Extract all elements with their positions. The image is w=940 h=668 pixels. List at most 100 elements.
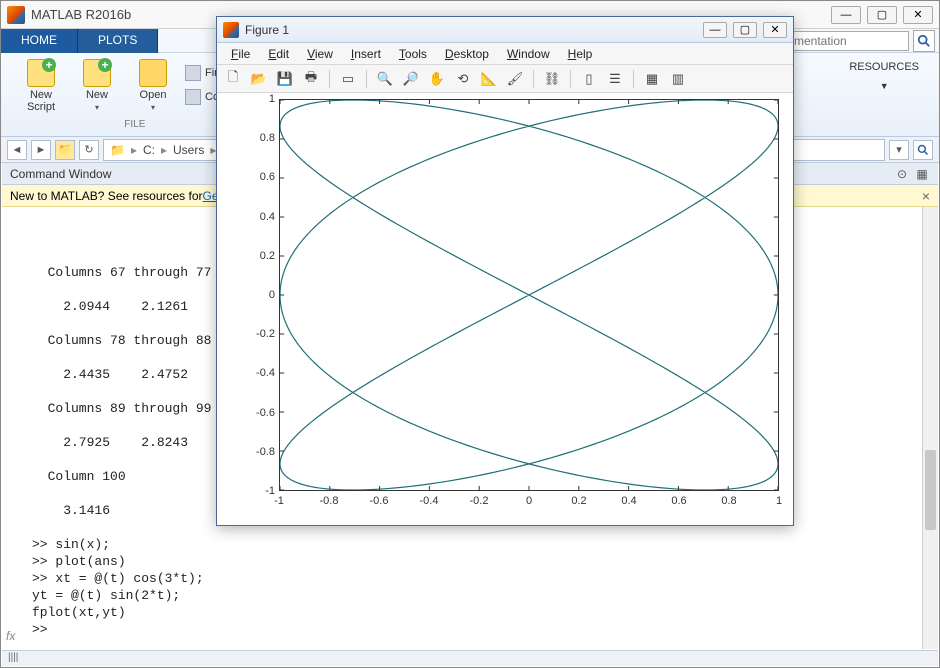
command-line: >> sin(x); bbox=[8, 536, 932, 553]
main-close-button[interactable]: ✕ bbox=[903, 6, 933, 24]
y-tick-label: 0.4 bbox=[235, 211, 275, 223]
menu-insert[interactable]: Insert bbox=[343, 45, 389, 63]
figure-maximize-button[interactable]: ▢ bbox=[733, 22, 757, 38]
x-axis: -1-0.8-0.6-0.4-0.200.20.40.60.81 bbox=[279, 491, 779, 519]
ribbon-resources-group: RESOURCES ▼ bbox=[837, 57, 931, 132]
x-tick-label: 0 bbox=[526, 495, 532, 507]
rotate-button[interactable]: ⟲ bbox=[453, 69, 473, 89]
menu-desktop[interactable]: Desktop bbox=[437, 45, 497, 63]
main-minimize-button[interactable]: — bbox=[831, 6, 861, 24]
x-tick-label: 0.2 bbox=[571, 495, 586, 507]
breadcrumb-folder[interactable]: Users bbox=[173, 143, 204, 157]
path-dropdown-button[interactable]: ▾ bbox=[889, 140, 909, 160]
panel-layout-icon[interactable]: ▦ bbox=[914, 166, 930, 182]
brush-button[interactable]: 🖌 bbox=[505, 69, 525, 89]
menu-window[interactable]: Window bbox=[499, 45, 558, 63]
save-figure-button[interactable]: 💾 bbox=[275, 69, 295, 89]
x-tick-label: 0.8 bbox=[721, 495, 736, 507]
x-tick-label: -1 bbox=[274, 495, 284, 507]
new-figure-button[interactable]: 🗋 bbox=[223, 69, 243, 89]
open-figure-button[interactable]: 📂 bbox=[249, 69, 269, 89]
fx-prompt-icon[interactable]: fx bbox=[6, 629, 15, 643]
figure-menubar: FileEditViewInsertToolsDesktopWindowHelp bbox=[217, 43, 793, 65]
command-line: >> bbox=[8, 621, 932, 638]
plot-area[interactable] bbox=[279, 99, 779, 491]
pointer-tool-button[interactable]: ▭ bbox=[338, 69, 358, 89]
command-window-title: Command Window bbox=[10, 167, 111, 181]
plot-curve bbox=[280, 100, 778, 490]
legend-button[interactable]: ☰ bbox=[605, 69, 625, 89]
nav-forward-button[interactable]: ► bbox=[31, 140, 51, 160]
y-tick-label: 1 bbox=[235, 93, 275, 105]
scrollbar-thumb[interactable] bbox=[925, 450, 936, 530]
matlab-logo-icon bbox=[7, 6, 25, 24]
open-folder-icon bbox=[139, 59, 167, 87]
menu-edit[interactable]: Edit bbox=[260, 45, 297, 63]
x-tick-label: -0.6 bbox=[370, 495, 389, 507]
compare-icon bbox=[185, 89, 201, 105]
y-tick-label: -0.8 bbox=[235, 446, 275, 458]
new-script-button[interactable]: New Script bbox=[17, 59, 65, 113]
new-icon bbox=[83, 59, 111, 87]
banner-text: New to MATLAB? See resources for bbox=[10, 189, 203, 203]
y-tick-label: 0.8 bbox=[235, 132, 275, 144]
ribbon-group-file: FILE bbox=[124, 119, 145, 130]
figure-window[interactable]: Figure 1 — ▢ ✕ FileEditViewInsertToolsDe… bbox=[216, 16, 794, 526]
new-button[interactable]: New▾ bbox=[73, 59, 121, 113]
open-button[interactable]: Open▾ bbox=[129, 59, 177, 113]
x-tick-label: -0.2 bbox=[470, 495, 489, 507]
resources-label: RESOURCES bbox=[849, 61, 919, 73]
menu-view[interactable]: View bbox=[299, 45, 341, 63]
panel-minimize-icon[interactable]: ⊙ bbox=[894, 166, 910, 182]
folder-icon: 📁 bbox=[110, 143, 125, 157]
resources-dropdown[interactable]: ▼ bbox=[880, 81, 889, 91]
banner-close-button[interactable]: × bbox=[922, 188, 930, 204]
matlab-logo-icon bbox=[223, 22, 239, 38]
plot-axes[interactable]: -1-0.8-0.6-0.4-0.200.20.40.60.81 -1-0.8-… bbox=[235, 99, 783, 519]
x-tick-label: 0.4 bbox=[621, 495, 636, 507]
data-cursor-button[interactable]: 📐 bbox=[479, 69, 499, 89]
doc-search-button[interactable] bbox=[913, 30, 935, 52]
nav-back-button[interactable]: ◄ bbox=[7, 140, 27, 160]
y-tick-label: -0.4 bbox=[235, 367, 275, 379]
nav-refresh-button[interactable]: ↻ bbox=[79, 140, 99, 160]
pan-button[interactable]: ✋ bbox=[427, 69, 447, 89]
x-tick-label: -0.4 bbox=[420, 495, 439, 507]
menu-file[interactable]: File bbox=[223, 45, 258, 63]
print-figure-button[interactable]: 🖶 bbox=[301, 69, 321, 89]
zoom-out-button[interactable]: 🔎 bbox=[401, 69, 421, 89]
command-line: fplot(xt,yt) bbox=[8, 604, 932, 621]
figure-toolbar: 🗋 📂 💾 🖶 ▭ 🔍 🔎 ✋ ⟲ 📐 🖌 ⛓ ▯ ☰ ▦ ▥ bbox=[217, 65, 793, 93]
command-scrollbar[interactable] bbox=[922, 207, 938, 649]
new-label: New▾ bbox=[86, 89, 108, 113]
breadcrumb-drive[interactable]: C: bbox=[143, 143, 155, 157]
command-line: >> xt = @(t) cos(3*t); bbox=[8, 570, 932, 587]
new-script-label: New Script bbox=[17, 89, 65, 113]
status-bar: |||| bbox=[2, 650, 938, 666]
colorbar-button[interactable]: ▯ bbox=[579, 69, 599, 89]
hide-tools-button[interactable]: ▦ bbox=[642, 69, 662, 89]
path-search-button[interactable] bbox=[913, 140, 933, 160]
main-maximize-button[interactable]: ▢ bbox=[867, 6, 897, 24]
nav-up-button[interactable]: 📁 bbox=[55, 140, 75, 160]
figure-minimize-button[interactable]: — bbox=[703, 22, 727, 38]
figure-canvas: -1-0.8-0.6-0.4-0.200.20.40.60.81 -1-0.8-… bbox=[217, 93, 793, 525]
doc-search-input[interactable] bbox=[789, 31, 909, 51]
search-icon bbox=[917, 144, 929, 156]
y-axis: -1-0.8-0.6-0.4-0.200.20.40.60.81 bbox=[235, 99, 279, 491]
tab-home[interactable]: HOME bbox=[1, 29, 78, 53]
y-tick-label: 0.2 bbox=[235, 250, 275, 262]
menu-tools[interactable]: Tools bbox=[391, 45, 435, 63]
find-files-icon bbox=[185, 65, 201, 81]
figure-title: Figure 1 bbox=[245, 23, 703, 37]
show-tools-button[interactable]: ▥ bbox=[668, 69, 688, 89]
figure-close-button[interactable]: ✕ bbox=[763, 22, 787, 38]
new-script-icon bbox=[27, 59, 55, 87]
tab-plots[interactable]: PLOTS bbox=[78, 29, 158, 53]
y-tick-label: -0.2 bbox=[235, 328, 275, 340]
y-tick-label: -1 bbox=[235, 485, 275, 497]
link-plot-button[interactable]: ⛓ bbox=[542, 69, 562, 89]
zoom-in-button[interactable]: 🔍 bbox=[375, 69, 395, 89]
menu-help[interactable]: Help bbox=[560, 45, 601, 63]
figure-titlebar[interactable]: Figure 1 — ▢ ✕ bbox=[217, 17, 793, 43]
